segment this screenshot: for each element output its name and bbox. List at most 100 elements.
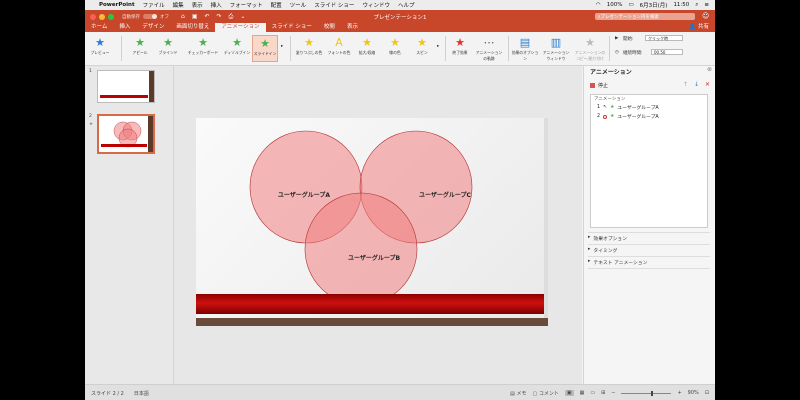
effects-gallery-arrow-icon[interactable]: ▸ (281, 44, 283, 49)
menu-window[interactable]: ウィンドウ (362, 1, 390, 9)
move-up-icon[interactable]: ↑ (683, 81, 688, 88)
menu-help[interactable]: ヘルプ (398, 1, 415, 9)
preview-star-icon: ★ (95, 36, 105, 49)
slide-sorter-icon[interactable]: ▦ (580, 390, 585, 396)
emphasis-fill-color[interactable]: ★ 塗りつぶしの色 (293, 35, 325, 62)
preview-button[interactable]: ★ プレビュー (87, 35, 113, 62)
label-group-b[interactable]: ユーザーグループB (348, 254, 401, 262)
emphasis-line-color[interactable]: ★ 線の色 (381, 35, 409, 62)
entrance-star-icon: ★ (610, 114, 615, 119)
menu-format[interactable]: フォーマット (230, 1, 263, 9)
notes-button[interactable]: ▤ メモ (510, 390, 526, 397)
section-divider (588, 244, 710, 245)
menu-slideshow[interactable]: スライド ショー (314, 1, 354, 9)
animation-list: アニメーション 1 ↖ ★ ユーザーグループA 2 ★ ユーザーグループA (590, 94, 708, 228)
tab-insert[interactable]: 挿入 (113, 23, 136, 32)
move-down-icon[interactable]: ↓ (694, 81, 699, 88)
delete-icon[interactable]: ✕ (705, 81, 710, 88)
undo-icon[interactable]: ↶ (204, 13, 209, 21)
slideshow-view-icon[interactable]: ⊞ (601, 390, 605, 396)
share-button[interactable]: 👤 共有 (689, 23, 715, 32)
close-window-icon[interactable] (90, 13, 96, 20)
battery-icon[interactable]: ▭ (628, 2, 633, 8)
effect-dissolve[interactable]: ★ ディゾルブイン (223, 35, 251, 62)
tab-slideshow[interactable]: スライド ショー (266, 23, 318, 32)
print-icon[interactable]: ⎙ (229, 13, 234, 21)
minimize-window-icon[interactable] (99, 13, 105, 20)
slide[interactable]: ユーザーグループA ユーザーグループC ユーザーグループB (196, 118, 548, 326)
menu-edit[interactable]: 編集 (173, 1, 184, 9)
section-timing[interactable]: ▸ タイミング (588, 247, 617, 254)
circle-group-b[interactable] (304, 192, 418, 306)
comments-button[interactable]: ▢ コメント (533, 390, 559, 397)
menu-file[interactable]: ファイル (143, 1, 165, 9)
stop-button[interactable]: 停止 (590, 82, 608, 89)
save-icon[interactable]: ▣ (192, 13, 198, 21)
menu-tools[interactable]: ツール (290, 1, 307, 9)
autosave-label: 自動保存 (122, 14, 140, 20)
emphasis-font-color[interactable]: A フォントの色 (325, 35, 353, 62)
animation-item-2[interactable]: 2 ★ ユーザーグループA (591, 112, 707, 121)
menu-insert[interactable]: 挿入 (211, 1, 222, 9)
section-label: タイミング (593, 249, 618, 254)
start-select[interactable]: クリック時 (645, 35, 683, 41)
zoom-slider[interactable] (621, 390, 672, 396)
redo-icon[interactable]: ↷ (217, 13, 222, 21)
slide-thumbnail-1[interactable] (97, 70, 155, 103)
notification-center-icon[interactable]: ≡ (704, 2, 709, 8)
effect-options-button[interactable]: ▤ 効果のオプション (511, 35, 539, 62)
zoom-slider-thumb[interactable] (651, 390, 654, 396)
reading-view-icon[interactable]: ▭ (590, 390, 595, 396)
label-group-c[interactable]: ユーザーグループC (419, 191, 472, 199)
slide-thumbnail-2[interactable] (97, 114, 155, 154)
exit-star-icon: ★ (455, 36, 465, 49)
duration-input[interactable]: 00.50 (651, 49, 683, 55)
customize-qat-icon[interactable]: ⌄ (240, 13, 245, 21)
thumb-band (100, 95, 148, 98)
tab-view[interactable]: 表示 (341, 23, 364, 32)
section-text-animation[interactable]: ▸ テキスト アニメーション (588, 259, 647, 266)
zoom-out-icon[interactable]: − (611, 390, 615, 396)
animation-index: 2 (597, 114, 601, 119)
menu-arrange[interactable]: 配置 (271, 1, 282, 9)
wifi-icon[interactable]: ◠ (596, 2, 601, 8)
menubar-time[interactable]: 11:50 (673, 2, 689, 8)
menu-app-name[interactable]: PowerPoint (99, 2, 135, 8)
tab-design[interactable]: デザイン (136, 23, 170, 32)
tab-transitions[interactable]: 画面切り替え (170, 23, 215, 32)
spotlight-icon[interactable]: ⌕ (695, 2, 698, 9)
exit-effects-button[interactable]: ★ 終了効果 (447, 35, 473, 62)
normal-view-icon[interactable]: ▣ (564, 390, 574, 396)
label-group-a[interactable]: ユーザーグループA (278, 191, 331, 199)
zoom-level[interactable]: 90% (688, 390, 699, 396)
emphasis-gallery-arrow-icon[interactable]: ▸ (437, 44, 439, 49)
autosave-toggle[interactable]: 自動保存 オフ (122, 14, 169, 20)
tab-home[interactable]: ホーム (85, 23, 113, 32)
effect-checkerboard[interactable]: ★ チェッカーボード (183, 35, 223, 62)
section-divider (588, 232, 710, 233)
ribbon-separator (290, 36, 291, 61)
animation-window-button[interactable]: ▥ アニメーション ウィンドウ (541, 35, 571, 62)
tab-animations[interactable]: アニメーション (215, 23, 266, 32)
fit-to-window-icon[interactable]: ⊡ (705, 390, 709, 396)
tab-review[interactable]: 校閲 (318, 23, 341, 32)
zoom-in-icon[interactable]: + (677, 390, 681, 396)
pane-close-icon[interactable]: ⊗ (707, 66, 712, 73)
copy-animation-button[interactable]: ★ アニメーションのコピー/貼り付け (573, 35, 607, 62)
autosave-switch[interactable] (143, 14, 157, 19)
menu-view[interactable]: 表示 (192, 1, 203, 9)
section-effect-options[interactable]: ▸ 効果オプション (588, 235, 627, 242)
emphasis-grow-shrink[interactable]: ★ 拡大/収縮 (353, 35, 381, 62)
motion-path-button[interactable]: ⋯ アニメーションの軌跡 (474, 35, 504, 62)
animation-item-1[interactable]: 1 ↖ ★ ユーザーグループA (591, 103, 707, 112)
effect-appear[interactable]: ★ アピール (127, 35, 153, 62)
animation-window-label: アニメーション ウィンドウ (542, 50, 570, 61)
zoom-window-icon[interactable] (108, 13, 114, 20)
emphasis-spin[interactable]: ★ スピン (409, 35, 435, 62)
effect-blinds[interactable]: ★ ブラインド (155, 35, 181, 62)
effect-slide-in[interactable]: ★ スライドイン (252, 35, 278, 62)
home-icon[interactable]: ⌂ (181, 13, 185, 21)
language-indicator[interactable]: 日本語 (134, 390, 149, 397)
search-input[interactable]: ⌕ プレゼンテーション内を検索 (595, 13, 695, 20)
feedback-smile-icon[interactable]: ☺ (702, 12, 709, 20)
